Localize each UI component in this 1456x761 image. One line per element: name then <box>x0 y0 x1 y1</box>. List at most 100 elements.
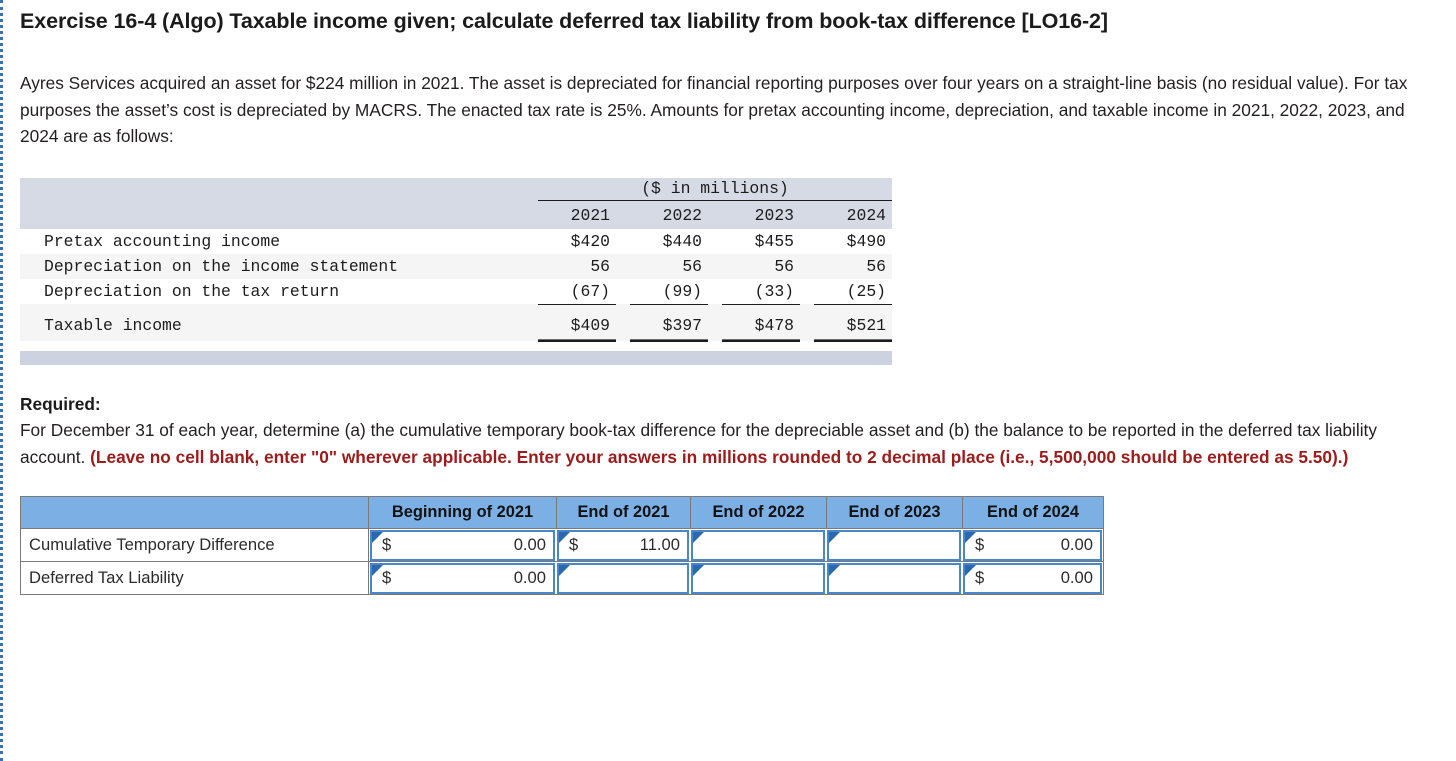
exhibit-cell: $455 <box>722 228 800 254</box>
exhibit-row-depreciation-tax-return: Depreciation on the tax return (67) (99)… <box>20 278 892 305</box>
exhibit-gap <box>616 304 630 341</box>
currency-symbol: $ <box>975 535 985 554</box>
exhibit-cell: 56 <box>722 253 800 279</box>
exhibit-cell: $409 <box>538 304 616 342</box>
answer-header-blank <box>20 496 368 529</box>
page-title: Exercise 16-4 (Algo) Taxable income give… <box>20 9 1108 33</box>
exhibit-gap <box>616 228 630 254</box>
input-value[interactable]: 0.00 <box>1061 535 1093 555</box>
exhibit-row-label: Taxable income <box>20 304 538 341</box>
input-value[interactable]: 0.00 <box>514 535 546 555</box>
input-deferred-end-2021[interactable] <box>557 562 689 594</box>
required-emphasis: (Leave no cell blank, enter "0" wherever… <box>90 446 1349 467</box>
exhibit-spacer-cell <box>20 341 892 351</box>
input-value[interactable]: 0.00 <box>514 568 546 588</box>
cell-marker-triangle-icon <box>559 564 570 576</box>
answer-cell-container[interactable]: $ 0.00 <box>368 529 556 562</box>
exhibit-year-2023: 2023 <box>722 202 800 229</box>
answer-cell-container[interactable]: $ 0.00 <box>962 562 1104 595</box>
exhibit-band-filler <box>20 177 538 203</box>
input-deferred-end-2022[interactable] <box>691 562 825 594</box>
cell-marker-triangle-icon <box>693 531 704 543</box>
answer-cell-container[interactable]: $ 0.00 <box>368 562 556 595</box>
exhibit-cell: $478 <box>722 304 800 342</box>
input-cumulative-end-2023[interactable] <box>827 529 961 561</box>
answer-header-end-2022: End of 2022 <box>690 496 826 529</box>
required-text-block: For December 31 of each year, determine … <box>20 417 1420 470</box>
exhibit-spacer-row <box>20 341 892 351</box>
cell-marker-triangle-icon <box>965 531 976 543</box>
answer-cell-container[interactable]: $ 0.00 <box>962 529 1104 562</box>
exhibit-gap <box>800 278 814 304</box>
input-cumulative-end-2022[interactable] <box>691 529 825 561</box>
question-body-text: Ayres Services acquired an asset for $22… <box>20 73 1408 146</box>
answer-cell-container[interactable] <box>556 562 690 595</box>
exhibit-gap <box>616 278 630 304</box>
answer-header-end-2021: End of 2021 <box>556 496 690 529</box>
exhibit-cell: (99) <box>630 278 708 305</box>
exhibit-units-header: ($ in millions) <box>538 177 892 203</box>
input-cumulative-beginning-2021[interactable]: $ 0.00 <box>370 529 555 561</box>
exhibit-gap <box>708 228 722 254</box>
answer-header-end-2023: End of 2023 <box>826 496 962 529</box>
exhibit-gap-2 <box>708 202 722 229</box>
exhibit-row-label: Pretax accounting income <box>20 228 538 254</box>
currency-symbol: $ <box>382 535 392 554</box>
input-deferred-beginning-2021[interactable]: $ 0.00 <box>370 562 555 594</box>
input-cumulative-end-2024[interactable]: $ 0.00 <box>963 529 1102 561</box>
cell-marker-triangle-icon <box>693 564 704 576</box>
exhibit-year-2022: 2022 <box>630 202 708 229</box>
exhibit-cell: (67) <box>538 278 616 305</box>
exhibit-row-label: Depreciation on the income statement <box>20 253 538 279</box>
answer-table[interactable]: Beginning of 2021 End of 2021 End of 202… <box>20 496 1104 595</box>
exhibit-bottom-band <box>20 350 892 365</box>
required-section: Required: For December 31 of each year, … <box>20 391 1420 471</box>
exhibit-cell: $521 <box>814 304 892 342</box>
input-deferred-end-2024[interactable]: $ 0.00 <box>963 562 1102 594</box>
answer-row-label-cumulative-temporary-difference: Cumulative Temporary Difference <box>20 529 368 562</box>
answer-row-label-deferred-tax-liability: Deferred Tax Liability <box>20 562 368 595</box>
exhibit-top-band: ($ in millions) <box>20 177 892 203</box>
answer-cell-container[interactable]: $ 11.00 <box>556 529 690 562</box>
exhibit-cell: (33) <box>722 278 800 305</box>
exhibit-bottom-band-cell <box>20 350 892 365</box>
exhibit-table: ($ in millions) 2021 2022 2023 2024 Pret… <box>20 177 892 365</box>
exhibit-gap <box>800 304 814 341</box>
exhibit-cell: $490 <box>814 228 892 254</box>
answer-cell-container[interactable] <box>826 529 962 562</box>
exhibit-cell: 56 <box>630 253 708 279</box>
answer-header-end-2024: End of 2024 <box>962 496 1104 529</box>
exhibit-year-row-blank <box>20 202 538 229</box>
input-value[interactable]: 11.00 <box>640 535 680 555</box>
exhibit-cell: $420 <box>538 228 616 254</box>
exhibit-gap-3 <box>800 202 814 229</box>
exhibit-gap <box>708 278 722 304</box>
exhibit-cell: (25) <box>814 278 892 305</box>
exhibit-row-depreciation-income-statement: Depreciation on the income statement 56 … <box>20 253 892 279</box>
input-cumulative-end-2021[interactable]: $ 11.00 <box>557 529 689 561</box>
question-page: Exercise 16-4 (Algo) Taxable income give… <box>0 0 1456 761</box>
currency-symbol: $ <box>382 568 392 587</box>
currency-symbol: $ <box>569 535 579 554</box>
exhibit-row-label: Depreciation on the tax return <box>20 278 538 304</box>
exhibit-row-taxable-income: Taxable income $409 $397 $478 $521 <box>20 304 892 342</box>
cell-marker-triangle-icon <box>965 564 976 576</box>
cell-marker-triangle-icon <box>559 531 570 543</box>
answer-cell-container[interactable] <box>690 529 826 562</box>
input-value[interactable]: 0.00 <box>1061 568 1093 588</box>
input-deferred-end-2023[interactable] <box>827 562 961 594</box>
answer-cell-container[interactable] <box>690 562 826 595</box>
exhibit-cell: 56 <box>538 253 616 279</box>
cell-marker-triangle-icon <box>829 564 840 576</box>
exhibit-cell: $440 <box>630 228 708 254</box>
exhibit-gap <box>708 304 722 341</box>
exhibit-cell: $397 <box>630 304 708 342</box>
exhibit-gap <box>616 253 630 279</box>
answer-cell-container[interactable] <box>826 562 962 595</box>
exhibit-cell: 56 <box>814 253 892 279</box>
table-row: Deferred Tax Liability $ 0.00 $ 0.00 <box>20 562 1104 595</box>
table-row: Cumulative Temporary Difference $ 0.00 $… <box>20 529 1104 562</box>
exhibit-gap <box>800 228 814 254</box>
exhibit-row-pretax-income: Pretax accounting income $420 $440 $455 … <box>20 228 892 254</box>
cell-marker-triangle-icon <box>372 531 383 543</box>
